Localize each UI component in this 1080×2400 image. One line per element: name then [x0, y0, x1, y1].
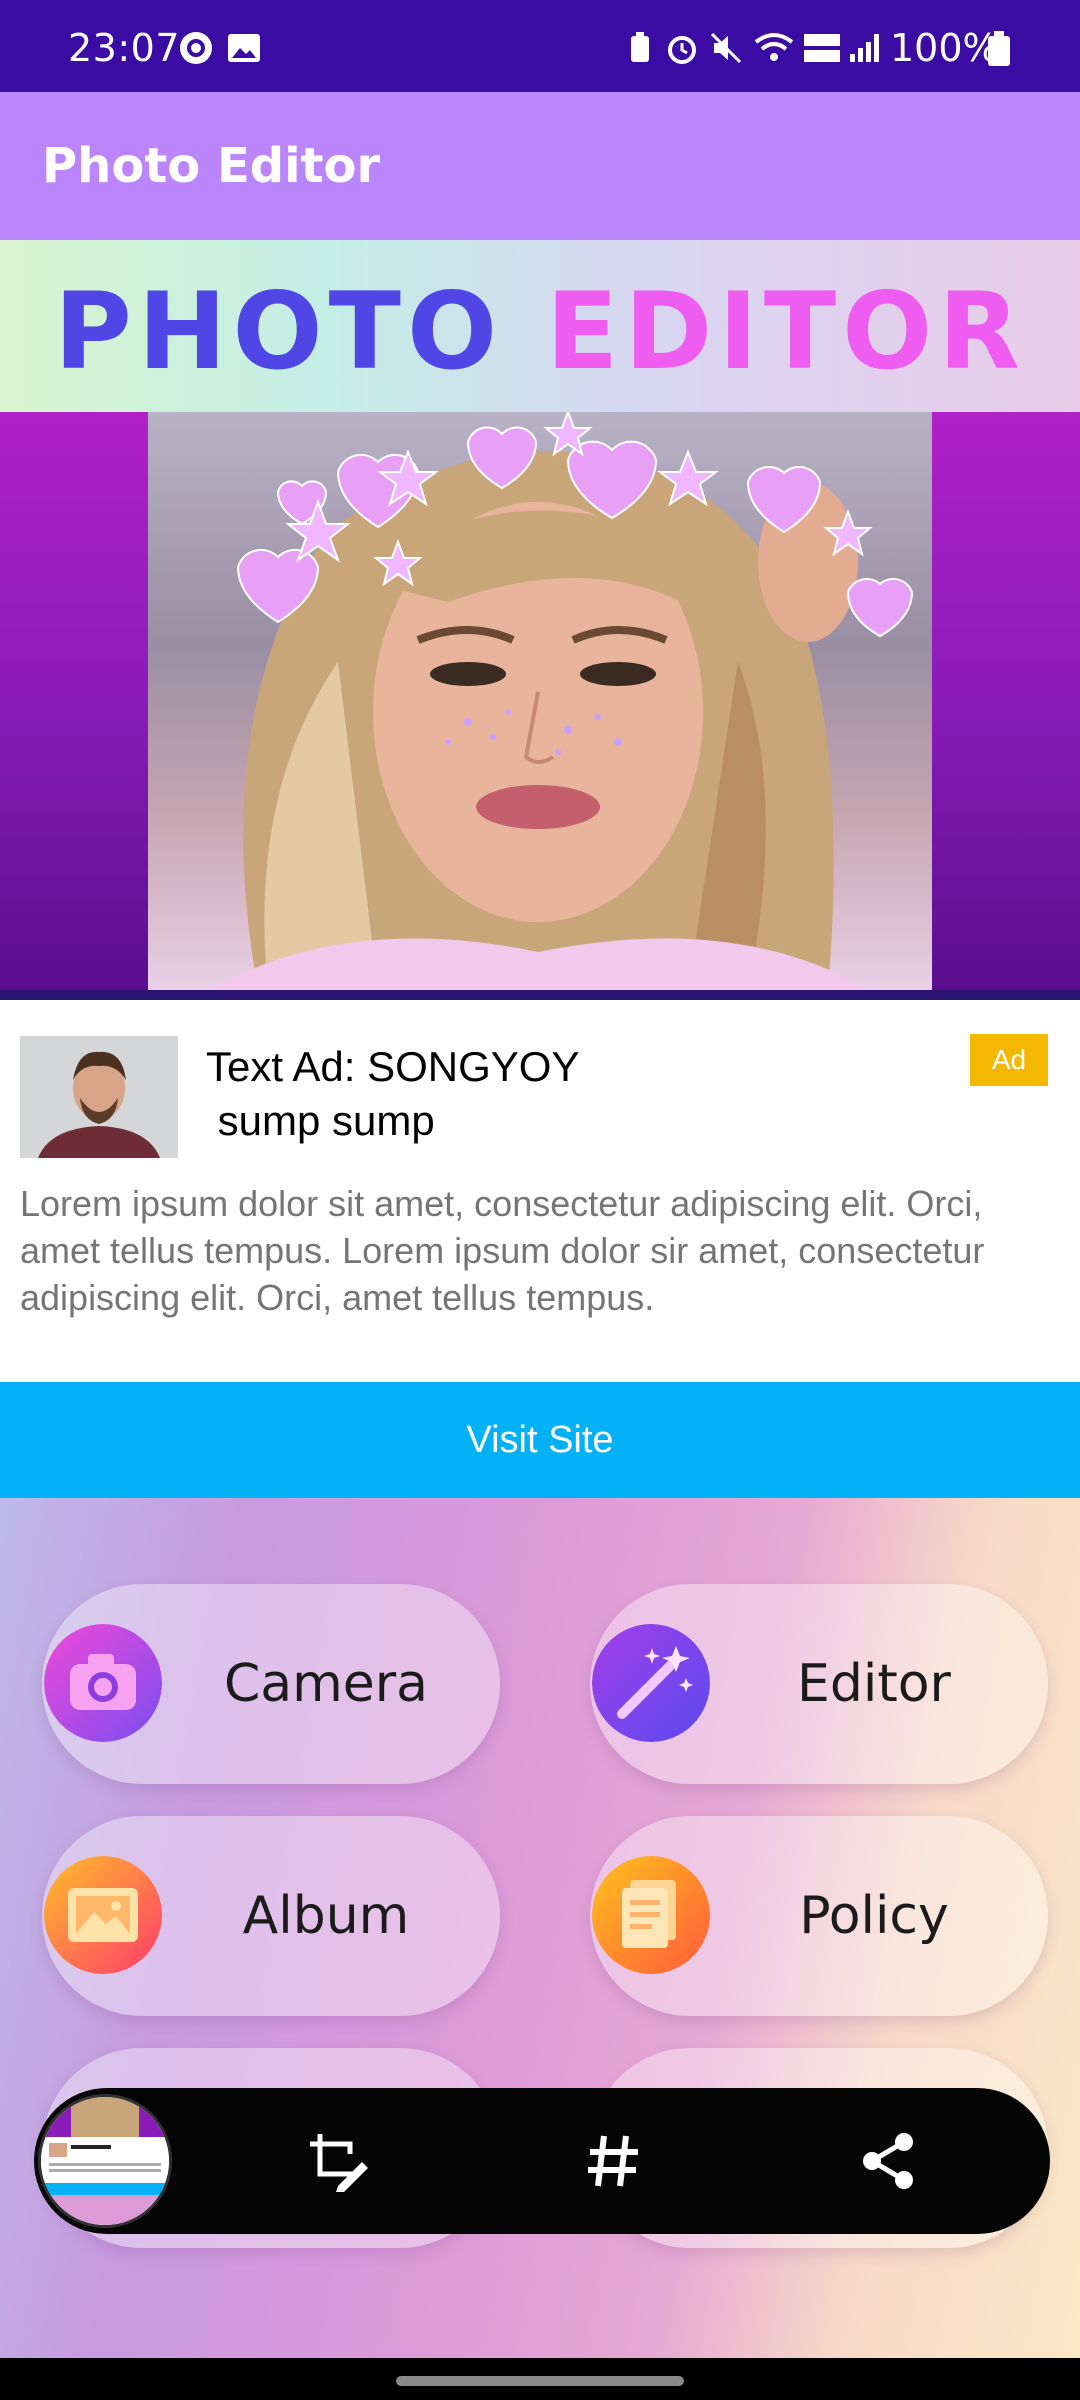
hero-section: [0, 412, 1080, 990]
screenshot-thumbnail-illustration: [41, 2097, 169, 2225]
banner-word-editor: EDITOR: [545, 270, 1026, 393]
hero-photo: [148, 412, 932, 990]
signal-icon: [850, 34, 879, 62]
app-bar: Photo Editor: [0, 92, 1080, 240]
sync-icon: [180, 32, 212, 64]
camera-label: Camera: [223, 1654, 429, 1714]
alarm-icon: [668, 36, 696, 64]
hashtag-icon[interactable]: [580, 2128, 646, 2194]
gallery-icon: [228, 34, 260, 62]
navigation-bar: [0, 2358, 1080, 2400]
ad-card[interactable]: Text Ad: SONGYOY sump sump Ad Lorem ipsu…: [0, 1000, 1080, 1382]
home-gesture-handle[interactable]: [396, 2376, 684, 2386]
banner-word-photo: PHOTO: [54, 270, 504, 393]
wifi-icon: [754, 33, 794, 61]
banner-title: PHOTO EDITOR: [0, 270, 1080, 393]
ad-badge: Ad: [970, 1034, 1048, 1086]
policy-label: Policy: [799, 1886, 949, 1946]
editor-label: Editor: [797, 1654, 951, 1714]
mute-icon: [710, 32, 742, 64]
hero-photo-illustration: [208, 412, 914, 990]
camera-icon: [44, 1624, 162, 1742]
battery-icon: [988, 31, 1010, 66]
album-button[interactable]: Album: [42, 1816, 500, 2016]
volte-icon: [804, 34, 840, 62]
image-icon: [44, 1856, 162, 1974]
editor-button[interactable]: Editor: [590, 1584, 1048, 1784]
screenshot-thumbnail[interactable]: [38, 2094, 172, 2228]
app-title: Photo Editor: [42, 138, 381, 194]
screenshot-toolbar: [34, 2088, 1050, 2234]
share-icon[interactable]: [856, 2128, 922, 2194]
battery-saver-icon: [631, 32, 649, 62]
camera-button[interactable]: Camera: [42, 1584, 500, 1784]
ad-thumbnail-illustration: [20, 1036, 178, 1158]
status-time: 23:07: [68, 26, 181, 70]
battery-percent: 100%: [890, 26, 999, 70]
visit-site-button[interactable]: Visit Site: [0, 1382, 1080, 1498]
status-bar: 23:07 100%: [0, 0, 1080, 92]
ad-thumbnail: [20, 1036, 178, 1158]
policy-button[interactable]: Policy: [590, 1816, 1048, 2016]
magic-wand-icon: [592, 1624, 710, 1742]
banner: PHOTO EDITOR: [0, 240, 1080, 412]
document-icon: [592, 1856, 710, 1974]
album-label: Album: [242, 1886, 410, 1946]
ad-title: Text Ad: SONGYOY sump sump: [206, 1043, 580, 1144]
crop-edit-icon[interactable]: [304, 2128, 370, 2194]
ad-body: Lorem ipsum dolor sit amet, consectetur …: [20, 1183, 985, 1318]
